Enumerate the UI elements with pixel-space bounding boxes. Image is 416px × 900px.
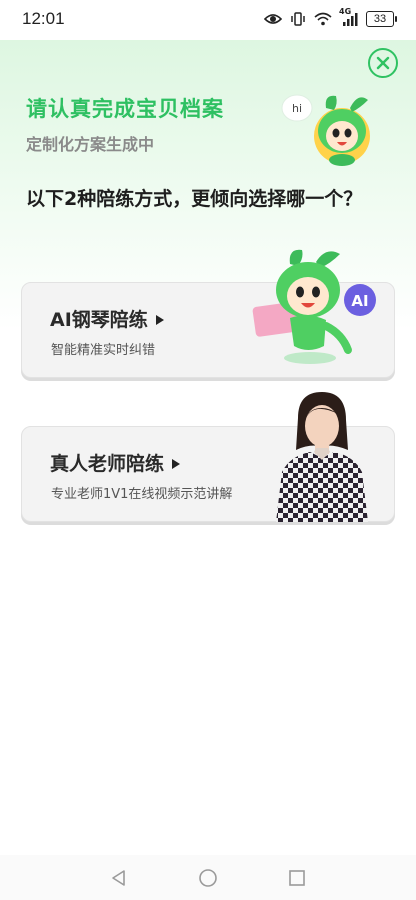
battery-icon: 33 [366,11,397,27]
status-icons: 4G 33 [264,7,397,28]
option-teacher-title: 真人老师陪练 [50,453,165,475]
option-ai-title: AI钢琴陪练 [50,309,148,331]
question-text: 以下2种陪练方式，更倾向选择哪一个？ [26,188,363,210]
page-subtitle: 定制化方案生成中 [26,135,155,154]
ai-badge-text: AI [351,292,368,310]
page-title: 请认真完成宝贝档案 [26,97,224,121]
bubble-text: hi [292,102,302,115]
vibrate-icon [289,10,307,28]
system-nav-bar [0,855,416,900]
play-icon [155,314,164,325]
option-teacher-title-row: 真人老师陪练 [50,449,181,476]
eye-icon [264,10,282,28]
home-icon [199,869,217,887]
recents-icon [289,870,305,886]
close-icon [376,56,390,70]
home-button[interactable] [198,868,218,888]
teacher-photo [268,388,372,522]
battery-level: 33 [373,13,387,25]
close-button[interactable] [368,48,398,78]
option-ai-title-row: AI钢琴陪练 [50,305,164,332]
back-icon [112,870,125,886]
option-ai-desc: 智能精准实时纠错 [51,343,156,358]
ai-mascot-illustration: AI [250,246,380,370]
network-type-label: 4G [339,7,352,16]
wifi-icon [314,10,332,28]
back-button[interactable] [109,868,129,888]
option-teacher-desc: 专业老师1V1在线视频示范讲解 [51,487,233,502]
mascot-greeting-illustration: hi [280,86,380,166]
recents-button[interactable] [287,868,307,888]
status-bar: 12:01 4G 33 [0,0,416,40]
play-icon [172,458,181,469]
status-time: 12:01 [22,9,65,28]
signal-icon: 4G [339,7,359,28]
